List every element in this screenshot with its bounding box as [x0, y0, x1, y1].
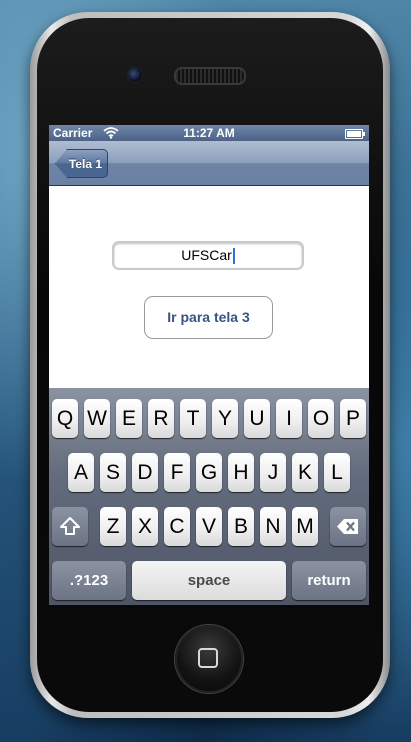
delete-key[interactable] [330, 507, 366, 546]
key-i[interactable]: I [276, 399, 302, 438]
speaker-grille-icon [174, 67, 246, 85]
text-input-value: UFSCar [181, 247, 232, 263]
key-f[interactable]: F [164, 453, 190, 492]
camera-icon [127, 67, 143, 83]
content-area: UFSCar Ir para tela 3 [49, 186, 369, 388]
space-key[interactable]: space [132, 561, 286, 600]
key-m[interactable]: M [292, 507, 318, 546]
navigation-bar: Tela 1 [49, 141, 369, 186]
key-g[interactable]: G [196, 453, 222, 492]
key-o[interactable]: O [308, 399, 334, 438]
key-p[interactable]: P [340, 399, 366, 438]
key-n[interactable]: N [260, 507, 286, 546]
numbers-key[interactable]: .?123 [52, 561, 126, 600]
key-b[interactable]: B [228, 507, 254, 546]
key-y[interactable]: Y [212, 399, 238, 438]
shift-key[interactable] [52, 507, 88, 546]
key-q[interactable]: Q [52, 399, 78, 438]
key-k[interactable]: K [292, 453, 318, 492]
status-bar: Carrier 11:27 AM [49, 125, 369, 141]
battery-icon [345, 129, 365, 139]
key-r[interactable]: R [148, 399, 174, 438]
simulator-screen: Carrier 11:27 AM Tela 1 UFSCar Ir para t… [49, 125, 369, 605]
text-cursor [232, 248, 235, 265]
key-x[interactable]: X [132, 507, 158, 546]
key-e[interactable]: E [116, 399, 142, 438]
keyboard: Q W E R T Y U I O P A S D F G H J K L Z … [49, 388, 369, 605]
key-c[interactable]: C [164, 507, 190, 546]
key-h[interactable]: H [228, 453, 254, 492]
key-z[interactable]: Z [100, 507, 126, 546]
key-t[interactable]: T [180, 399, 206, 438]
go-to-screen-3-button[interactable]: Ir para tela 3 [144, 296, 273, 339]
key-w[interactable]: W [84, 399, 110, 438]
key-s[interactable]: S [100, 453, 126, 492]
shift-icon [60, 517, 80, 535]
text-input[interactable]: UFSCar [112, 241, 304, 270]
key-a[interactable]: A [68, 453, 94, 492]
delete-icon [337, 519, 358, 534]
key-v[interactable]: V [196, 507, 222, 546]
back-button[interactable]: Tela 1 [55, 149, 108, 178]
return-key[interactable]: return [292, 561, 366, 600]
status-time: 11:27 AM [183, 126, 235, 140]
key-j[interactable]: J [260, 453, 286, 492]
home-button[interactable] [175, 625, 243, 693]
key-d[interactable]: D [132, 453, 158, 492]
battery-level [347, 131, 361, 137]
key-l[interactable]: L [324, 453, 350, 492]
home-button-icon [198, 648, 218, 668]
key-u[interactable]: U [244, 399, 270, 438]
